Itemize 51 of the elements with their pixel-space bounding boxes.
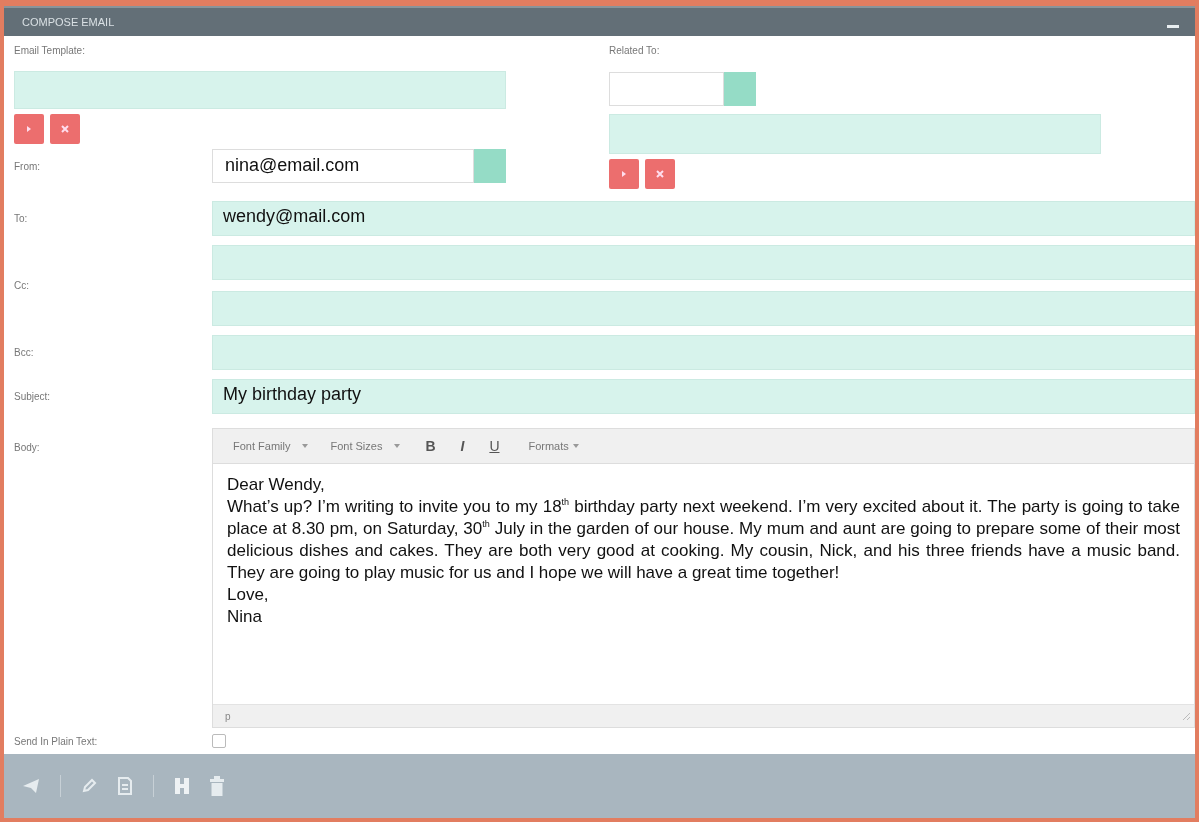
field-label: Body: [14,442,41,453]
text-field[interactable]: wendy@mail.com [212,201,1195,236]
field-label: To: [14,213,29,224]
trash-icon[interactable] [210,776,224,796]
body-text: What’s up? I’m writing to invite you to my 18$^{th}$ birthday party next weekend. I’m very excited about it. The party is going to take place at 8.30 pm, on Saturday, 30$^{th}$ July in the garden of our house. My mum and aunt are going to prepare some of their most delicious dishes and cakes. They are both very good at cooking. My cousin, Nick, and his three friends have a music band. They are going to play music for us and I hope we will have a great time together! [227,496,1180,584]
select-button[interactable] [609,159,639,189]
related-field[interactable] [609,114,1101,154]
formats-menu[interactable]: Formats [522,437,585,455]
italic-button[interactable]: I [448,435,477,457]
template-field[interactable] [14,71,506,109]
field-label: Cc: [14,280,30,291]
select-button[interactable] [14,114,44,144]
field-label: Email Template: [14,45,86,56]
document-icon[interactable] [117,777,133,795]
dropdown-button[interactable] [474,149,506,183]
field-label: Bcc: [14,347,35,358]
resize-grip-icon[interactable] [1182,712,1190,720]
dropdown-button[interactable] [724,72,756,106]
pencil-icon[interactable] [81,778,97,794]
field-label: From: [14,160,42,172]
caret-icon [394,444,401,448]
from-field[interactable]: nina@email.com [212,149,474,183]
close-icon [656,170,664,178]
element-path: p [225,710,231,722]
save-icon[interactable] [174,777,190,795]
font-dropdown[interactable]: Font Family [227,437,315,455]
field-label: Subject: [14,391,52,402]
font-dropdown[interactable]: Font Sizes [324,437,407,455]
body-text: Nina [227,606,263,628]
caret-icon [572,444,579,448]
send-icon[interactable] [22,778,40,794]
field-label: Send In Plain Text: [14,735,99,747]
underline-button[interactable]: U [480,435,509,457]
type-select[interactable] [609,72,724,106]
text-field[interactable] [212,245,1195,280]
text-field[interactable] [212,335,1195,370]
bold-button[interactable]: B [416,435,445,457]
field-label: Related To: [609,45,661,56]
checkbox[interactable] [212,734,226,748]
clear-button[interactable] [645,159,675,189]
arrow-icon [25,125,33,133]
body-text: Love, [227,584,270,606]
minimize-icon[interactable] [1167,25,1179,29]
text-field[interactable] [212,291,1195,326]
text-field[interactable]: My birthday party [212,379,1195,414]
body-text: Dear Wendy, [227,474,326,496]
close-icon [61,125,69,133]
window-title: COMPOSE EMAIL [22,16,115,28]
caret-icon [302,444,309,448]
arrow-icon [620,170,628,178]
clear-button[interactable] [50,114,80,144]
